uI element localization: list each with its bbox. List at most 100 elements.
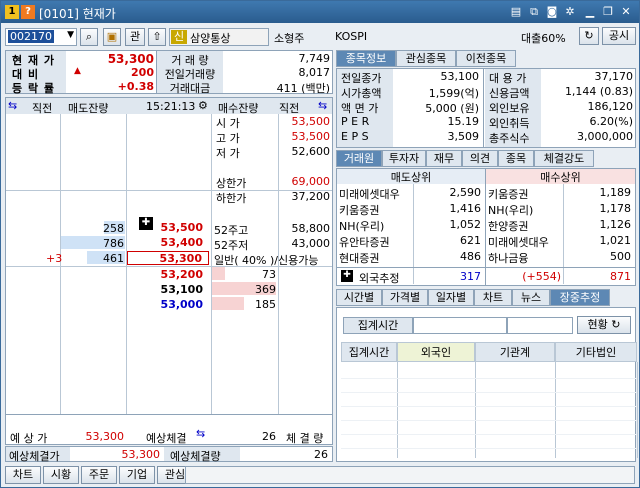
info-left-value: 53,100 bbox=[440, 70, 480, 83]
ob-info-value: 53,500 bbox=[291, 130, 331, 143]
ob-info-label: 고 가 bbox=[216, 132, 240, 145]
ask-qty-header: 매도잔량 bbox=[68, 102, 109, 115]
info-left-label: 시가총액 bbox=[341, 87, 382, 100]
tab-time-tabs-3[interactable]: 차트 bbox=[474, 289, 512, 306]
gear-icon[interactable]: ⚙ bbox=[198, 99, 208, 112]
chevron-down-icon[interactable]: ▼ bbox=[67, 30, 74, 40]
info-left-label: E P S bbox=[341, 130, 369, 143]
prev-volume: 8,017 bbox=[298, 66, 331, 79]
ob-info-label: 하한가 bbox=[216, 192, 247, 205]
bid-price[interactable]: 53,100 bbox=[127, 283, 209, 296]
agg-start-input[interactable] bbox=[413, 317, 507, 334]
sell-broker-qty: 486 bbox=[460, 250, 481, 263]
memo-icon[interactable]: ▤ bbox=[509, 5, 523, 19]
buy-broker-name[interactable]: 하나금융 bbox=[488, 250, 562, 266]
sell-broker-name[interactable]: 유안타증권 bbox=[339, 234, 413, 250]
ask-qty: 786 bbox=[103, 237, 124, 250]
bid-price[interactable]: 53,200 bbox=[127, 268, 209, 281]
sell-broker-name[interactable]: 현대증권 bbox=[339, 250, 413, 266]
buy-broker-qty: 1,126 bbox=[599, 218, 632, 231]
tab-broker-tabs-4[interactable]: 종목 bbox=[498, 150, 534, 167]
plus-icon[interactable]: ✚ bbox=[139, 217, 153, 230]
link-icon[interactable]: ⧉ bbox=[527, 5, 541, 19]
tab-time-tabs-1[interactable]: 가격별 bbox=[382, 289, 428, 306]
footer-button-2[interactable]: 주문 bbox=[81, 466, 117, 484]
tab-time-tabs-4[interactable]: 뉴스 bbox=[512, 289, 550, 306]
status-button[interactable]: 현황 ↻ bbox=[577, 316, 631, 334]
bid-price[interactable]: 53,000 bbox=[127, 298, 209, 311]
gwan-button[interactable]: 관 bbox=[125, 28, 145, 46]
refresh-icon[interactable]: ↻ bbox=[611, 318, 620, 331]
sell-broker-qty: 1,052 bbox=[449, 218, 482, 231]
settings-gear-icon[interactable]: ✲ bbox=[563, 5, 577, 19]
agg-end-input[interactable] bbox=[507, 317, 573, 334]
sell-broker-name[interactable]: 키움증권 bbox=[339, 202, 413, 218]
sell-broker-name[interactable]: 미래에셋대우 bbox=[339, 186, 413, 202]
search-icon[interactable]: ⌕ bbox=[80, 28, 98, 46]
info-right-label: 외인취득 bbox=[489, 117, 530, 130]
broker-panel: 매도상위 매수상위 미래에셋대우 2,590 키움증권 1,189 키움증권 1,416 N… bbox=[336, 168, 636, 286]
time-header: 15:21:13 bbox=[146, 100, 196, 113]
foreign-sell: 317 bbox=[460, 270, 481, 283]
intraday-estimate-panel: 집계시간 현황 ↻ 집계시간 외국인 기관계 기타법인 bbox=[336, 307, 638, 462]
buy-broker-name[interactable]: 한양증권 bbox=[488, 218, 562, 234]
swap-arrows-icon[interactable]: ⇆ bbox=[196, 427, 205, 440]
minimize-icon[interactable]: ▁ bbox=[583, 5, 597, 19]
expected-fill: 26 bbox=[262, 430, 276, 443]
upload-icon[interactable]: ⇧ bbox=[148, 28, 166, 46]
footer-button-1[interactable]: 시황 bbox=[43, 466, 79, 484]
expected-qty: 26 bbox=[314, 448, 328, 461]
tab-info-tabs-2[interactable]: 이전종목 bbox=[456, 50, 516, 67]
est-col-header: 기관계 bbox=[475, 342, 555, 362]
sell-broker-name[interactable]: NH(우리) bbox=[339, 218, 413, 234]
swap-arrows-icon[interactable]: ⇆ bbox=[8, 99, 17, 112]
ask-price[interactable]: 53,300 bbox=[127, 251, 209, 265]
info-left-value: 5,000 (원) bbox=[425, 102, 479, 115]
agg-time-label: 집계시간 bbox=[343, 317, 413, 334]
ob-info-value: 52,600 bbox=[291, 145, 331, 158]
notice-button[interactable]: 공시 bbox=[602, 27, 636, 45]
stock-code-combo[interactable]: 002170 ▼ bbox=[5, 28, 77, 46]
stock-code-input[interactable]: 002170 bbox=[8, 30, 54, 43]
sell-broker-qty: 621 bbox=[460, 234, 481, 247]
expected-fill-label: 예상체결 bbox=[146, 432, 187, 445]
buy-broker-name[interactable]: NH(우리) bbox=[488, 202, 562, 218]
tab-info-tabs-1[interactable]: 관심종목 bbox=[396, 50, 456, 67]
folder-icon[interactable]: ▣ bbox=[103, 28, 121, 46]
ask-qty: 258 bbox=[103, 222, 124, 235]
info-right-value: 37,170 bbox=[594, 70, 634, 83]
expected-price-2: 53,300 bbox=[121, 448, 161, 461]
close-icon[interactable]: ✕ bbox=[619, 5, 633, 19]
help-badge[interactable]: ? bbox=[21, 5, 35, 19]
refresh-icon[interactable]: ↻ bbox=[579, 27, 599, 45]
tab-broker-tabs-1[interactable]: 투자자 bbox=[382, 150, 426, 167]
swap-arrows-icon[interactable]: ⇆ bbox=[318, 99, 327, 112]
tab-broker-tabs-2[interactable]: 재무 bbox=[426, 150, 462, 167]
tab-time-tabs-2[interactable]: 일자별 bbox=[428, 289, 474, 306]
tab-broker-tabs-0[interactable]: 거래원 bbox=[336, 150, 382, 167]
foreign-buy: 871 bbox=[610, 270, 631, 283]
sell-broker-qty: 2,590 bbox=[449, 186, 482, 199]
title-bar[interactable]: 1 ? [0101] 현재가 ▤ ⧉ ◙ ✲ ▁ ❐ ✕ bbox=[1, 1, 639, 23]
footer-button-0[interactable]: 차트 bbox=[5, 466, 41, 484]
info-left-value: 1,599(억) bbox=[428, 87, 479, 100]
restore-icon[interactable]: ❐ bbox=[601, 5, 615, 19]
order-book: ⇆ 직전 매도잔량 15:21:13 ⚙ 매수잔량 직전 ⇆ 시 가 53,500… bbox=[5, 97, 333, 445]
tab-time-tabs-0[interactable]: 시간별 bbox=[336, 289, 382, 306]
buy-broker-name[interactable]: 미래에셋대우 bbox=[488, 234, 562, 250]
tab-info-tabs-0[interactable]: 종목정보 bbox=[336, 50, 396, 67]
tab-broker-tabs-3[interactable]: 의견 bbox=[462, 150, 498, 167]
tab-broker-tabs-5[interactable]: 체결강도 bbox=[534, 150, 594, 167]
ask-change: +3 bbox=[46, 252, 63, 265]
company-name-box: 신 삼양통상 bbox=[169, 28, 269, 46]
ask-price[interactable]: 53,400 bbox=[127, 236, 209, 250]
plus-icon[interactable]: ✚ bbox=[341, 270, 353, 282]
info-left-value: 3,509 bbox=[447, 130, 480, 143]
info-right-label: 총주식수 bbox=[489, 132, 530, 145]
buy-broker-name[interactable]: 키움증권 bbox=[488, 186, 562, 202]
tab-time-tabs-5[interactable]: 장중추정 bbox=[550, 289, 610, 306]
info-right-value: 1,144 (0.83) bbox=[564, 85, 633, 98]
buy-broker-qty: 1,178 bbox=[599, 202, 632, 215]
camera-icon[interactable]: ◙ bbox=[545, 5, 559, 19]
footer-button-3[interactable]: 기업 bbox=[119, 466, 155, 484]
